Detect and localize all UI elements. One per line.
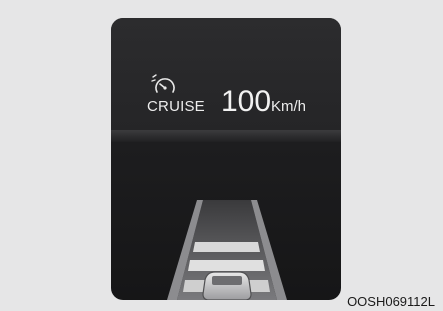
cruise-label: CRUISE xyxy=(147,98,205,115)
vehicle-window xyxy=(212,276,242,285)
distance-bar-2 xyxy=(188,260,265,271)
cruise-info-panel: CRUISE 100 Km/h xyxy=(111,18,341,130)
speed-unit: Km/h xyxy=(271,98,307,115)
cruise-control-icon xyxy=(151,74,175,93)
cluster-display: CRUISE 100 Km/h xyxy=(111,18,341,300)
distance-bar-1 xyxy=(193,242,260,252)
road-graphic xyxy=(167,200,287,300)
panel-divider xyxy=(111,130,341,142)
image-code-caption: OOSH069112L xyxy=(347,294,435,309)
set-speed-value: 100 xyxy=(221,85,272,118)
